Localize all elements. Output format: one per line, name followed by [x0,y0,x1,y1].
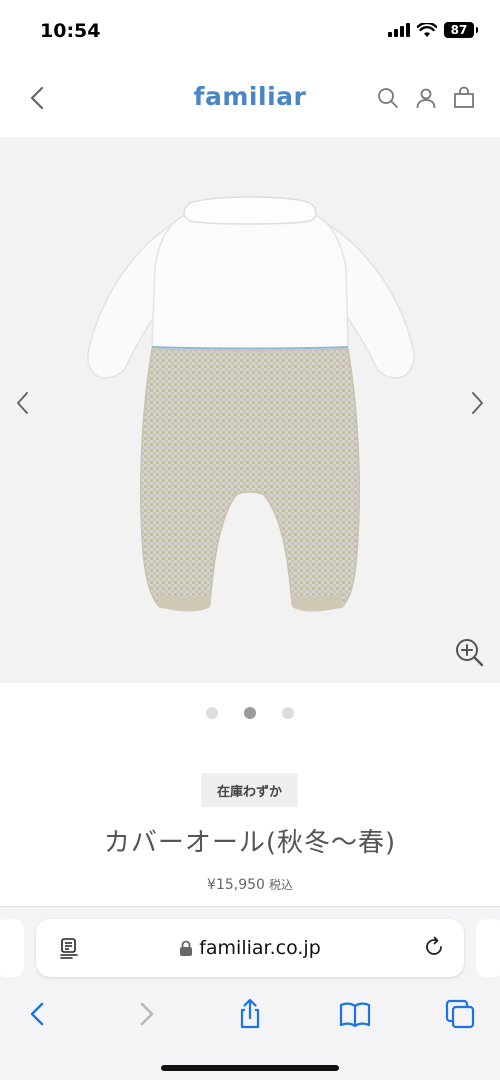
chevron-left-icon[interactable] [12,389,34,417]
bookmarks-icon[interactable] [338,997,372,1031]
url-display[interactable]: familiar.co.jp [36,919,464,977]
tax-label: 税込 [268,878,293,892]
product-price: ¥15,950 [207,877,265,893]
product-title: カバーオール(秋冬〜春) [103,828,397,858]
carousel-dot[interactable] [282,707,294,719]
product-gallery[interactable] [0,137,500,683]
browser-toolbar [0,991,500,1035]
browser-back-icon[interactable] [21,997,55,1031]
wifi-icon [417,22,437,37]
carousel-indicator [0,707,500,719]
share-icon[interactable] [233,997,267,1031]
address-bar[interactable]: familiar.co.jp [36,919,464,977]
user-icon[interactable] [414,86,438,110]
zoom-in-icon[interactable] [454,637,484,667]
carousel-dot-active[interactable] [244,707,256,719]
stock-badge: 在庫わずか [201,773,298,807]
previous-tab-peek[interactable] [0,919,24,977]
browser-forward-icon[interactable] [129,997,163,1031]
tabs-icon[interactable] [443,997,477,1031]
carousel-dot[interactable] [206,707,218,719]
status-time: 10:54 [40,20,101,42]
product-image [87,196,415,612]
next-tab-peek[interactable] [476,919,500,977]
status-icons: 87 [388,22,478,38]
price-row: ¥15,950 税込 [0,876,500,893]
url-text: familiar.co.jp [199,937,321,959]
status-bar: 10:54 87 [0,0,500,62]
search-icon[interactable] [376,86,400,110]
site-header: familiar [0,62,500,137]
battery-icon: 87 [444,22,478,38]
cellular-signal-icon [388,23,410,37]
lock-icon [180,940,193,956]
header-actions [376,86,476,110]
chevron-right-icon[interactable] [466,389,488,417]
reload-icon[interactable] [422,935,446,959]
bag-icon[interactable] [452,86,476,110]
browser-chrome: familiar.co.jp [0,906,500,1080]
home-indicator [161,1065,339,1071]
